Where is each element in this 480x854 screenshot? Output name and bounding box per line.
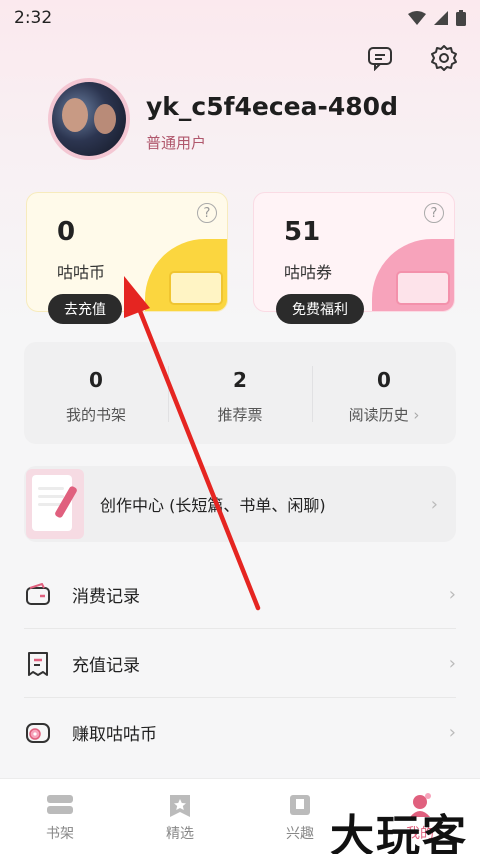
stat-bookshelf[interactable]: 0 我的书架 bbox=[24, 342, 168, 444]
create-center-label: 创作中心 (长短篇、书单、闲聊) bbox=[100, 496, 326, 515]
menu-item-label: 赚取咕咕币 bbox=[72, 725, 157, 745]
tab-label: 精选 bbox=[166, 826, 194, 842]
stat-value: 0 bbox=[377, 368, 391, 392]
free-welfare-button[interactable]: 免费福利 bbox=[276, 294, 364, 324]
tab-bookshelf[interactable]: 书架 bbox=[0, 779, 120, 854]
username[interactable]: yk_c5f4ecea-480d bbox=[146, 92, 398, 121]
status-icons bbox=[408, 10, 466, 26]
wifi-icon bbox=[408, 11, 426, 25]
tab-label: 兴趣 bbox=[286, 826, 314, 842]
stat-recommend-ticket[interactable]: 2 推荐票 bbox=[168, 342, 312, 444]
avatar-image bbox=[52, 82, 126, 156]
menu-item-recharge-records[interactable]: 充值记录 › bbox=[0, 629, 480, 698]
status-time: 2:32 bbox=[14, 8, 53, 28]
chevron-right-icon: › bbox=[430, 493, 438, 515]
help-icon[interactable]: ? bbox=[197, 203, 217, 223]
coin-balance: 0 bbox=[57, 217, 76, 247]
stat-label: 推荐票 bbox=[217, 406, 263, 424]
stat-label: 阅读历史 › bbox=[348, 406, 420, 424]
avatar-figure-left bbox=[62, 98, 88, 132]
message-icon[interactable] bbox=[364, 42, 396, 74]
coin-illustration bbox=[145, 239, 227, 311]
featured-icon bbox=[170, 795, 190, 817]
settings-gear-icon[interactable] bbox=[428, 42, 460, 74]
create-center-item[interactable]: 创作中心 (长短篇、书单、闲聊) › bbox=[24, 466, 456, 542]
tab-featured[interactable]: 精选 bbox=[120, 779, 240, 854]
tab-label: 书架 bbox=[46, 826, 74, 842]
ticket-balance: 51 bbox=[284, 217, 321, 247]
help-icon[interactable]: ? bbox=[424, 203, 444, 223]
status-bar: 2:32 bbox=[0, 0, 480, 36]
stat-reading-history[interactable]: 0 阅读历史 › bbox=[312, 342, 456, 444]
avatar-figure-right bbox=[94, 104, 116, 134]
receipt-icon bbox=[24, 650, 52, 678]
menu-list: 消费记录 › 充值记录 › 赚取咕咕币 › bbox=[0, 560, 480, 767]
create-document-icon bbox=[26, 469, 84, 539]
watermark-logo: 大玩客 bbox=[330, 811, 468, 854]
wallet-icon bbox=[24, 581, 52, 609]
chevron-right-icon: › bbox=[448, 722, 456, 743]
menu-item-consumption-records[interactable]: 消费记录 › bbox=[0, 560, 480, 629]
interest-icon bbox=[290, 795, 310, 815]
coin-card[interactable]: 0 咕咕币 ? bbox=[26, 192, 228, 312]
chevron-right-icon: › bbox=[413, 406, 420, 424]
chevron-right-icon: › bbox=[448, 653, 456, 674]
coin-earn-icon bbox=[24, 719, 52, 747]
user-level: 普通用户 bbox=[146, 134, 207, 152]
avatar[interactable] bbox=[48, 78, 130, 160]
stat-label: 我的书架 bbox=[65, 406, 126, 424]
stat-value: 2 bbox=[233, 368, 247, 392]
menu-item-label: 充值记录 bbox=[72, 656, 140, 676]
bookshelf-icon bbox=[47, 795, 73, 814]
stat-value: 0 bbox=[89, 368, 103, 392]
ticket-illustration bbox=[372, 239, 454, 311]
ticket-label: 咕咕券 bbox=[284, 263, 333, 282]
battery-icon bbox=[456, 10, 466, 26]
stats-panel: 0 我的书架 2 推荐票 0 阅读历史 › bbox=[24, 342, 456, 444]
chevron-right-icon: › bbox=[448, 584, 456, 605]
menu-item-label: 消费记录 bbox=[72, 587, 140, 607]
signal-icon bbox=[434, 11, 448, 25]
recharge-button[interactable]: 去充值 bbox=[48, 294, 122, 324]
header-actions bbox=[364, 42, 460, 74]
coin-label: 咕咕币 bbox=[57, 263, 106, 282]
menu-item-earn-coins[interactable]: 赚取咕咕币 › bbox=[0, 698, 480, 767]
